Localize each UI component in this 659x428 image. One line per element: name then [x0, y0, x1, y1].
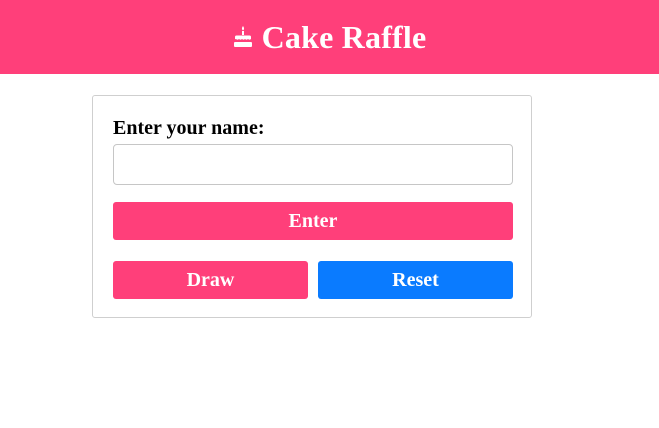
- name-label: Enter your name:: [113, 117, 265, 139]
- reset-button[interactable]: Reset: [318, 261, 513, 299]
- draw-button[interactable]: Draw: [113, 261, 308, 299]
- app-title: Cake Raffle: [261, 18, 427, 55]
- enter-button[interactable]: Enter: [113, 202, 513, 240]
- cake-icon: [233, 25, 253, 49]
- raffle-card: Enter your name: Enter Draw Reset: [92, 95, 532, 318]
- app-header: Cake Raffle: [0, 0, 659, 74]
- name-input[interactable]: [113, 144, 513, 185]
- header-title-group: Cake Raffle: [233, 19, 427, 56]
